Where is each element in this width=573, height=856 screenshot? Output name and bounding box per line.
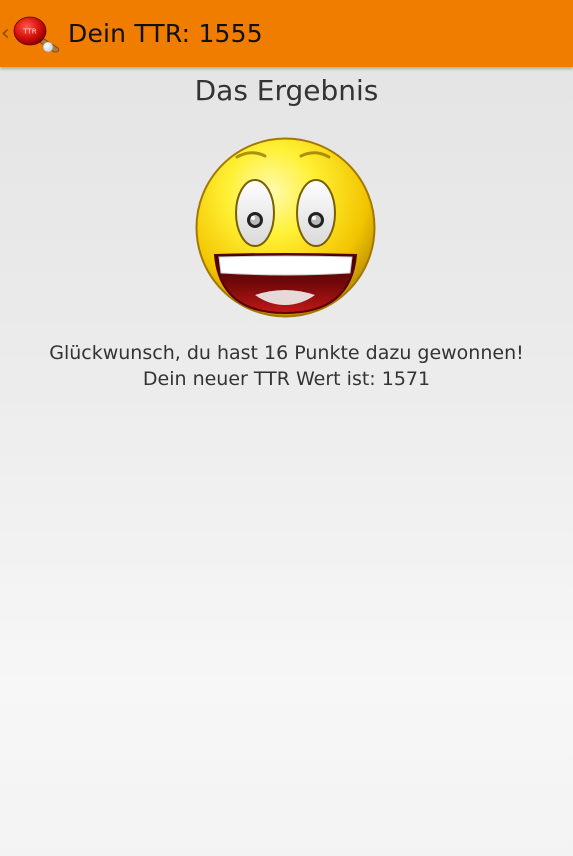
result-heading: Das Ergebnis: [194, 74, 379, 107]
points-gained-text: Glückwunsch, du hast 16 Punkte dazu gewo…: [49, 342, 524, 364]
page-title: Dein TTR: 1555: [68, 19, 263, 48]
svg-text:TTR: TTR: [22, 27, 36, 35]
new-ttr-text: Dein neuer TTR Wert ist: 1571: [142, 368, 431, 390]
happy-smiley-icon: [195, 137, 376, 318]
result-message: Glückwunsch, du hast 16 Punkte dazu gewo…: [0, 340, 573, 392]
action-bar: ‹ TTR Dein TTR: 1555: [0, 0, 573, 67]
ping-pong-paddle-icon: TTR: [13, 16, 60, 52]
home-up-button[interactable]: ‹ TTR: [0, 0, 63, 67]
